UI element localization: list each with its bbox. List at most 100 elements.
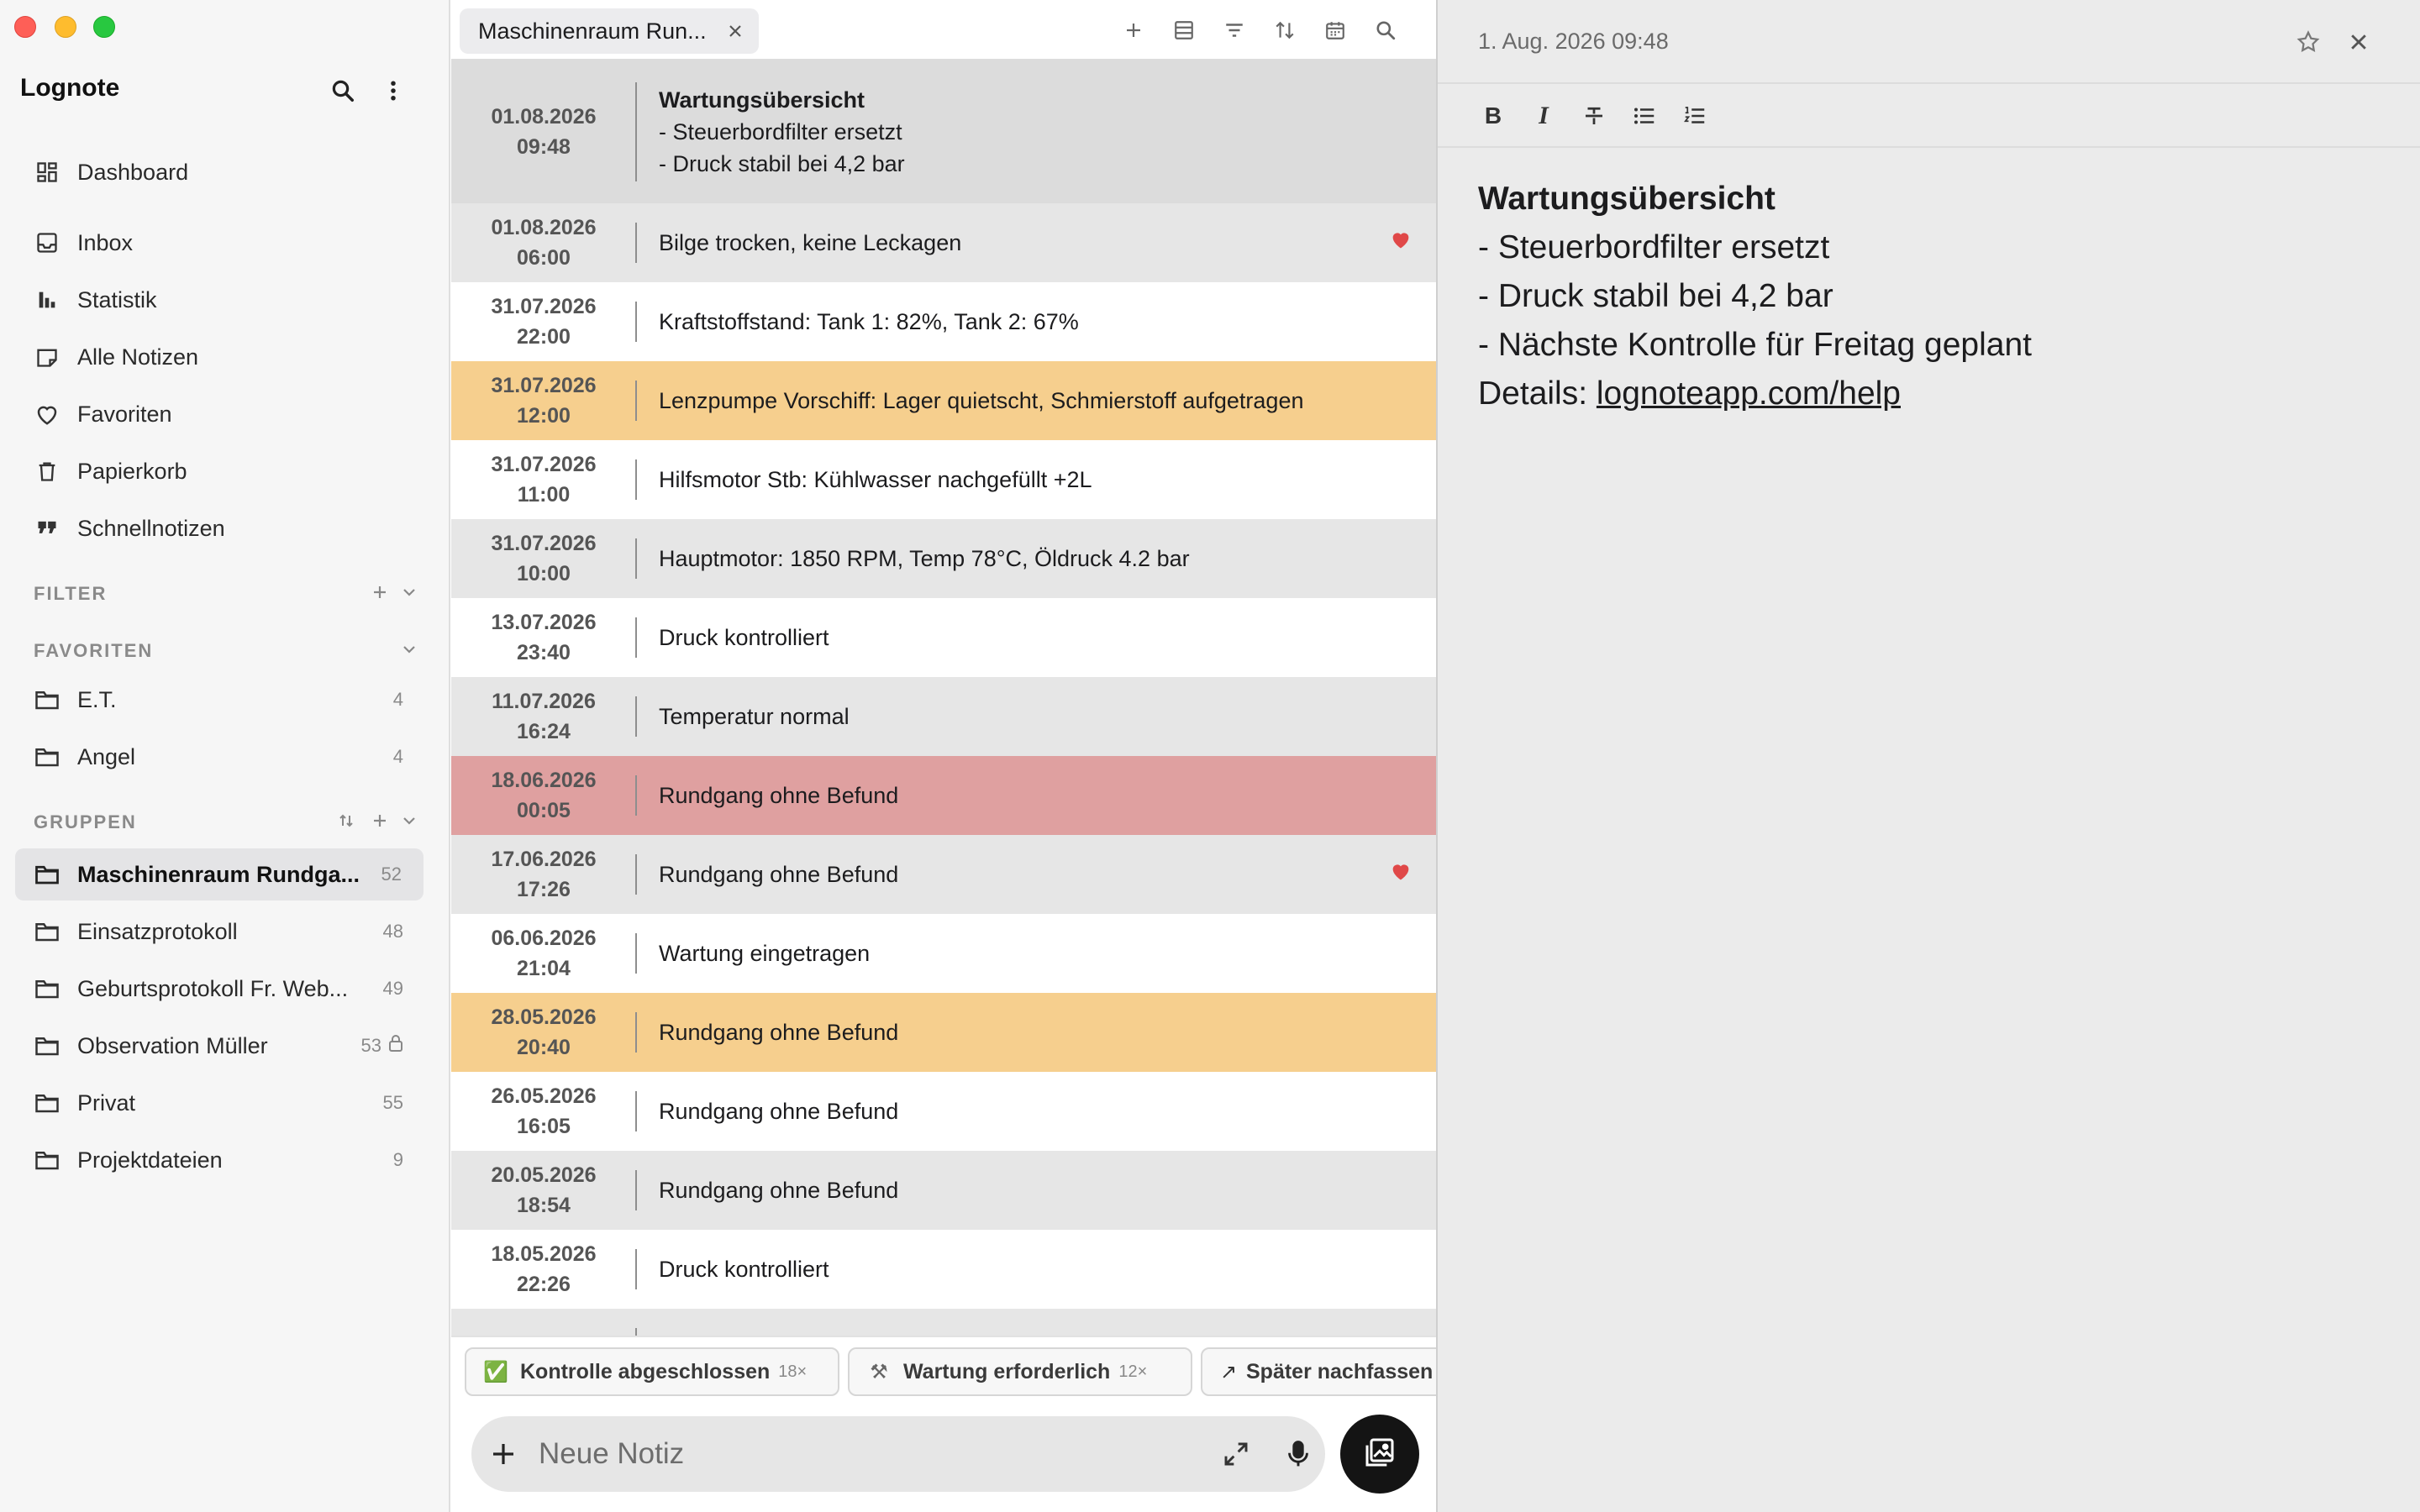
folder-icon — [32, 1088, 62, 1118]
note-date: 1. Aug. 2026 09:48 — [1478, 29, 1669, 54]
add-group-icon[interactable] — [366, 807, 393, 834]
close-icon[interactable] — [2342, 25, 2375, 59]
nav-inbox[interactable]: Inbox — [15, 219, 424, 266]
note-timestamp: 01.08.2026 09:48 — [451, 102, 636, 162]
note-row[interactable]: 31.07.2026 11:00 Hilfsmotor Stb: Kühlwasse… — [451, 440, 1436, 519]
chip-spaeter-nachfassen[interactable]: ↗ Später nachfassen — [1201, 1347, 1436, 1396]
chip-label: Später nachfassen — [1246, 1359, 1434, 1383]
bullet-list-icon[interactable] — [1628, 99, 1661, 133]
add-icon[interactable] — [1118, 15, 1149, 45]
app-title: Lognote — [20, 74, 120, 102]
bar-chart-icon — [32, 285, 62, 315]
note-time: 21:04 — [517, 957, 571, 980]
note-time: 16:05 — [517, 1115, 571, 1138]
note-row[interactable]: 18.06.2026 00:05 Rundgang ohne Befund — [451, 756, 1436, 835]
row-separator — [635, 1012, 637, 1053]
window-zoom-button[interactable] — [93, 16, 115, 38]
tab-maschinenraum[interactable]: Maschinenraum Run... — [460, 8, 759, 54]
dashboard-icon — [32, 157, 62, 187]
folder-icon — [32, 1031, 62, 1061]
add-filter-icon[interactable] — [366, 579, 393, 606]
arrow-up-right-icon: ↗ — [1219, 1360, 1238, 1383]
heart-icon[interactable] — [1389, 860, 1414, 885]
star-icon[interactable] — [2291, 25, 2325, 59]
expand-icon[interactable] — [1218, 1436, 1255, 1473]
chevron-down-icon[interactable] — [396, 579, 423, 606]
note-row[interactable]: 18.05.2026 22:26 Druck kontrolliert — [451, 1230, 1436, 1309]
note-line: - Druck stabil bei 4,2 bar — [1478, 278, 1833, 314]
calendar-icon[interactable] — [1320, 15, 1350, 45]
row-separator — [635, 775, 637, 816]
help-link[interactable]: lognoteapp.com/help — [1597, 375, 1901, 412]
nav-schnellnotizen[interactable]: Schnellnotizen — [15, 505, 424, 552]
note-date: 31.07.2026 — [491, 295, 597, 318]
group-item-einsatzprotokoll[interactable]: Einsatzprotokoll 48 — [15, 908, 424, 955]
note-date: 06.06.2026 — [491, 927, 597, 950]
group-item-observation[interactable]: Observation Müller 53 — [15, 1022, 424, 1069]
note-row[interactable]: 28.05.2026 20:40 Rundgang ohne Befund — [451, 993, 1436, 1072]
nav-papierkorb[interactable]: Papierkorb — [15, 448, 424, 495]
note-row[interactable]: 13.05.2026 — [451, 1309, 1436, 1336]
note-row[interactable]: 20.05.2026 18:54 Rundgang ohne Befund — [451, 1151, 1436, 1230]
favorite-item[interactable]: E.T. 4 — [15, 676, 424, 723]
note-heading: Wartungsübersicht — [1478, 181, 1776, 217]
group-item-geburtsprotokoll[interactable]: Geburtsprotokoll Fr. Web... 49 — [15, 965, 424, 1012]
window-close-button[interactable] — [14, 16, 36, 38]
heart-icon[interactable] — [1389, 228, 1414, 254]
note-row[interactable]: 11.07.2026 16:24 Temperatur normal — [451, 677, 1436, 756]
more-menu-icon[interactable] — [376, 74, 410, 108]
sort-icon[interactable] — [333, 807, 360, 834]
image-button[interactable] — [1340, 1415, 1419, 1494]
nav-label: Einsatzprotokoll — [77, 918, 238, 944]
chevron-down-icon[interactable] — [396, 807, 423, 834]
note-timestamp: 11.07.2026 16:24 — [451, 686, 636, 747]
nav-statistik[interactable]: Statistik — [15, 276, 424, 323]
folder-icon — [32, 916, 62, 947]
note-time: 20:40 — [517, 1036, 571, 1059]
note-row[interactable]: 01.08.2026 06:00 Bilge trocken, keine Leck… — [451, 203, 1436, 282]
note-text: Hilfsmotor Stb: Kühlwasser nachgefüllt +… — [659, 464, 1092, 496]
new-note-input[interactable] — [539, 1437, 1144, 1471]
chevron-down-icon[interactable] — [396, 636, 423, 663]
nav-dashboard[interactable]: Dashboard — [15, 149, 424, 196]
sort-icon[interactable] — [1270, 15, 1300, 45]
note-row[interactable]: 31.07.2026 22:00 Kraftstoffstand: Tank 1: … — [451, 282, 1436, 361]
note-row[interactable]: 31.07.2026 12:00 Lenzpumpe Vorschiff: Lage… — [451, 361, 1436, 440]
item-count: 53 — [361, 1034, 403, 1058]
window-minimize-button[interactable] — [55, 16, 76, 38]
note-line: - Steuerbordfilter ersetzt — [659, 119, 902, 144]
close-icon[interactable] — [723, 19, 747, 43]
group-item-projektdateien[interactable]: Projektdateien 9 — [15, 1137, 424, 1184]
view-list-icon[interactable] — [1169, 15, 1199, 45]
nav-favoriten[interactable]: Favoriten — [15, 391, 424, 438]
row-separator — [635, 459, 637, 500]
microphone-icon[interactable] — [1280, 1436, 1317, 1473]
group-item-maschinenraum[interactable]: Maschinenraum Rundga... 52 — [15, 848, 424, 900]
tools-icon: ⚒ — [870, 1360, 888, 1383]
note-time: 23:40 — [517, 641, 571, 664]
note-row[interactable]: 17.06.2026 17:26 Rundgang ohne Befund — [451, 835, 1436, 914]
favorite-item[interactable]: Angel 4 — [15, 733, 424, 780]
chip-kontrolle-abgeschlossen[interactable]: ✅ Kontrolle abgeschlossen 18× — [465, 1347, 839, 1396]
note-time: 17:26 — [517, 878, 571, 901]
note-row[interactable]: 31.07.2026 10:00 Hauptmotor: 1850 RPM, Tem… — [451, 519, 1436, 598]
group-item-privat[interactable]: Privat 55 — [15, 1079, 424, 1126]
note-row[interactable]: 06.06.2026 21:04 Wartung eingetragen — [451, 914, 1436, 993]
strikethrough-icon[interactable] — [1577, 99, 1611, 133]
numbered-list-icon[interactable] — [1678, 99, 1712, 133]
chip-wartung-erforderlich[interactable]: ⚒ Wartung erforderlich 12× — [848, 1347, 1192, 1396]
note-row[interactable]: 13.07.2026 23:40 Druck kontrolliert — [451, 598, 1436, 677]
note-row[interactable]: 01.08.2026 09:48 Wartungsübersicht - Steuer… — [451, 60, 1436, 203]
note-timestamp: 17.06.2026 17:26 — [451, 844, 636, 905]
italic-icon[interactable]: I — [1527, 99, 1560, 133]
plus-icon[interactable] — [487, 1437, 520, 1471]
note-editor[interactable]: Wartungsübersicht - Steuerbordfilter ers… — [1478, 175, 2386, 418]
note-row[interactable]: 26.05.2026 16:05 Rundgang ohne Befund — [451, 1072, 1436, 1151]
filter-icon[interactable] — [1219, 15, 1249, 45]
search-icon[interactable] — [1370, 15, 1401, 45]
note-date: 31.07.2026 — [491, 374, 597, 397]
nav-label: Statistik — [77, 286, 157, 312]
nav-alle-notizen[interactable]: Alle Notizen — [15, 333, 424, 381]
search-icon[interactable] — [326, 74, 360, 108]
bold-icon[interactable]: B — [1476, 99, 1510, 133]
